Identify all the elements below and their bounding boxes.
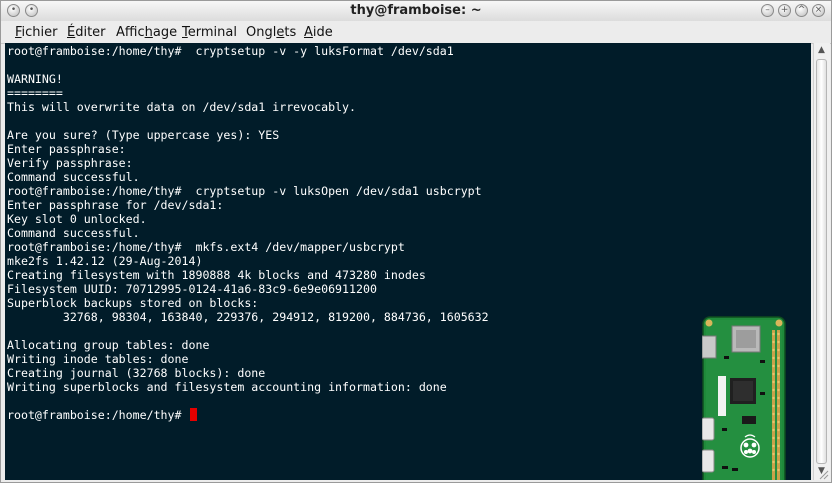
close-button[interactable]: × (812, 4, 825, 17)
terminal-output: root@framboise:/home/thy# cryptsetup -v … (7, 44, 489, 422)
menu-bar: Fichier Éditer Affichage Terminal Onglet… (1, 21, 831, 44)
resize-grip-icon[interactable] (819, 470, 829, 480)
terminal-line: root@framboise:/home/thy# cryptsetup -v … (7, 44, 454, 58)
menu-mnemonic: É (67, 25, 76, 40)
menu-mnemonic: h (144, 25, 153, 40)
menu-label-part: ide (312, 25, 333, 40)
terminal-line: This will overwrite data on /dev/sda1 ir… (7, 100, 357, 114)
terminal-line: root@framboise:/home/thy# (7, 408, 189, 422)
close-icon: × (814, 5, 823, 15)
menu-label-part: Affic (116, 25, 145, 40)
menu-label-part: Ongl (246, 25, 277, 40)
terminal-line: Command successful. (7, 226, 140, 240)
terminal-line: Writing inode tables: done (7, 352, 189, 366)
terminal-line: root@framboise:/home/thy# mkfs.ext4 /dev… (7, 240, 405, 254)
terminal-line: Key slot 0 unlocked. (7, 212, 147, 226)
terminal-window: • • thy@framboise: ~ – + ^ × Fichier Édi… (0, 0, 832, 483)
vertical-scrollbar[interactable]: ▲ ▼ (813, 43, 830, 480)
terminal-line: Command successful. (7, 170, 140, 184)
terminal-line: 32768, 98304, 163840, 229376, 294912, 81… (7, 310, 489, 324)
terminal-line: WARNING! (7, 72, 63, 86)
scroll-up-arrow-icon[interactable]: ▲ (816, 44, 827, 57)
terminal-line: Verify passphrase: (7, 156, 133, 170)
terminal-line: root@framboise:/home/thy# cryptsetup -v … (7, 184, 482, 198)
menu-label-part: ts (284, 25, 297, 40)
menu-onglets[interactable]: Onglets (246, 25, 296, 40)
menu-terminal[interactable]: Terminal (182, 25, 237, 40)
terminal-line: Writing superblocks and filesystem accou… (7, 380, 447, 394)
terminal-line: Filesystem UUID: 70712995-0124-41a6-83c9… (7, 282, 377, 296)
menu-label-part: diter (75, 25, 106, 40)
menu-fichier[interactable]: Fichier (15, 25, 58, 40)
terminal-line: Superblock backups stored on blocks: (7, 296, 259, 310)
terminal-line: Creating journal (32768 blocks): done (7, 366, 266, 380)
maximize-icon: + (780, 5, 789, 15)
terminal-line: Are you sure? (Type uppercase yes): YES (7, 128, 280, 142)
window-title: thy@framboise: ~ (350, 3, 482, 18)
minimize-icon: – (765, 5, 770, 15)
terminal-line: Enter passphrase: (7, 142, 126, 156)
menu-label-part: erminal (187, 25, 237, 40)
maximize-button[interactable]: + (778, 4, 791, 17)
terminal-cursor (190, 408, 198, 421)
menu-aide[interactable]: Aide (304, 25, 333, 40)
menu-editer[interactable]: Éditer (67, 25, 106, 40)
scrollbar-thumb[interactable] (816, 59, 827, 464)
terminal-line: Enter passphrase for /dev/sda1: (7, 198, 224, 212)
terminal-line: mke2fs 1.42.12 (29-Aug-2014) (7, 254, 203, 268)
terminal-line: ======== (7, 86, 63, 100)
minimize-button[interactable]: – (761, 4, 774, 17)
menu-affichage[interactable]: Affichage (116, 25, 177, 40)
terminal-line: Creating filesystem with 1890888 4k bloc… (7, 268, 426, 282)
menu-mnemonic: A (304, 25, 313, 40)
shade-button[interactable]: ^ (795, 4, 808, 17)
terminal-line: Allocating group tables: done (7, 338, 210, 352)
menu-label-part: age (152, 25, 178, 40)
menu-label-part: ichier (21, 25, 58, 40)
title-bar[interactable]: • • thy@framboise: ~ – + ^ × (1, 1, 831, 22)
terminal-area[interactable]: root@framboise:/home/thy# cryptsetup -v … (5, 43, 811, 480)
shade-icon: ^ (797, 5, 806, 15)
raspberry-pi-zero-board (702, 316, 786, 480)
